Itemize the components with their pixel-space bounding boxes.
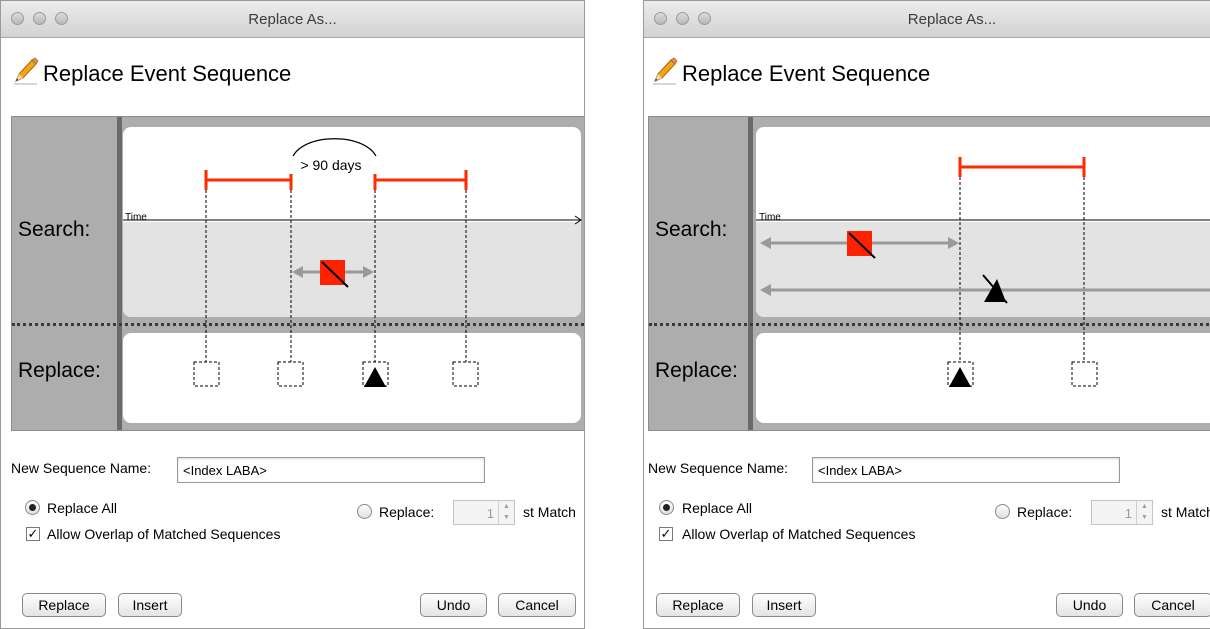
- black-triangle-icon[interactable]: [949, 367, 971, 387]
- title-bar[interactable]: Replace As...: [1, 1, 584, 38]
- window-title: Replace As...: [907, 11, 997, 28]
- name-label: New Sequence Name:: [648, 460, 789, 476]
- pencil-icon: [14, 57, 39, 85]
- replace-as-window-right: Replace As... Replace Event Sequence Sea…: [643, 0, 1210, 629]
- title-bar[interactable]: Replace As...: [644, 1, 1210, 38]
- black-triangle-icon[interactable]: [364, 367, 386, 387]
- replace-slots: [947, 361, 1098, 387]
- st-match-label: st Match: [523, 504, 576, 520]
- cancel-button[interactable]: Cancel: [498, 593, 576, 617]
- replace-nth-label: Replace:: [1017, 504, 1073, 520]
- sequence-name-input[interactable]: [812, 457, 1120, 483]
- guide-lines: [959, 167, 1085, 362]
- undo-button[interactable]: Undo: [420, 593, 487, 617]
- pencil-icon: [653, 57, 678, 85]
- nth-match-value: 1: [1124, 506, 1132, 521]
- checkmark-icon: ✓: [660, 526, 672, 541]
- interval-1[interactable]: [958, 157, 1086, 177]
- interval-1[interactable]: [204, 170, 293, 190]
- cancel-button[interactable]: Cancel: [1134, 593, 1210, 617]
- allow-overlap-label: Allow Overlap of Matched Sequences: [47, 526, 281, 542]
- gray-open-arrow[interactable]: [760, 284, 1210, 296]
- red-square-slash-icon[interactable]: [847, 231, 876, 259]
- stepper-arrows-icon[interactable]: ▲ ▼: [1136, 501, 1152, 524]
- allow-overlap-checkbox[interactable]: ✓: [26, 527, 40, 541]
- interval-2[interactable]: [373, 170, 468, 190]
- replace-all-radio[interactable]: [25, 500, 40, 515]
- replace-nth-radio[interactable]: [357, 504, 372, 519]
- insert-button[interactable]: Insert: [752, 593, 816, 617]
- replace-slots: [193, 361, 479, 387]
- gap-label: > 90 days: [282, 156, 380, 174]
- checkmark-icon: ✓: [27, 526, 39, 541]
- sequence-name-input[interactable]: [177, 457, 485, 483]
- replace-button[interactable]: Replace: [656, 593, 740, 617]
- sequence-editor-panel: Search: Replace: Time: [648, 116, 1210, 431]
- name-label: New Sequence Name:: [11, 460, 152, 476]
- sequence-editor-panel: Search: Replace: Time: [11, 116, 584, 431]
- nth-match-stepper[interactable]: 1 ▲ ▼: [453, 500, 515, 525]
- allow-overlap-label: Allow Overlap of Matched Sequences: [682, 526, 916, 542]
- allow-overlap-checkbox[interactable]: ✓: [659, 527, 673, 541]
- replace-all-radio[interactable]: [659, 500, 674, 515]
- red-square-slash-icon[interactable]: [320, 260, 349, 288]
- undo-button[interactable]: Undo: [1056, 593, 1123, 617]
- st-match-label: st Match: [1161, 504, 1210, 520]
- nth-match-value: 1: [486, 506, 494, 521]
- dialog-heading-text: Replace Event Sequence: [43, 61, 292, 86]
- pattern-overlay: [756, 157, 1210, 387]
- replace-all-label: Replace All: [682, 500, 753, 516]
- insert-button[interactable]: Insert: [118, 593, 182, 617]
- window-title: Replace As...: [248, 11, 337, 28]
- replace-button[interactable]: Replace: [22, 593, 106, 617]
- dialog-heading-text: Replace Event Sequence: [682, 61, 931, 86]
- stepper-arrows-icon[interactable]: ▲ ▼: [498, 501, 514, 524]
- replace-nth-radio[interactable]: [995, 504, 1010, 519]
- replace-all-label: Replace All: [47, 500, 118, 516]
- replace-as-window-left: Replace As... Replace Event Sequence Sea…: [0, 0, 585, 629]
- replace-nth-label: Replace:: [379, 504, 435, 520]
- nth-match-stepper[interactable]: 1 ▲ ▼: [1091, 500, 1153, 525]
